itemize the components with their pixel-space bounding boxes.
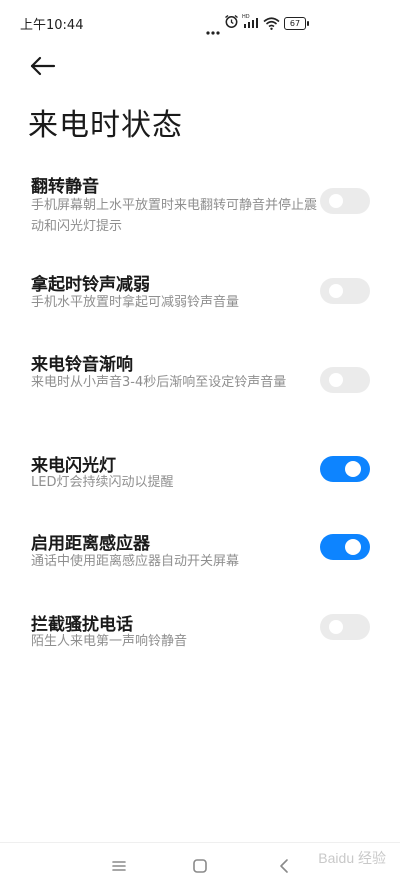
toggle-knob [329, 373, 343, 387]
status-bar: 上午10:44 HD 67 [0, 0, 400, 44]
battery-icon: 67 [284, 17, 306, 30]
setting-description: 陌生人来电第一声响铃静音 [31, 634, 188, 649]
back-icon [273, 859, 295, 881]
toggle-flash-alert[interactable] [320, 456, 370, 482]
toggle-knob [345, 461, 361, 477]
battery-level: 67 [289, 19, 301, 28]
toggle-pickup-quiet[interactable] [320, 278, 370, 304]
svg-text:HD: HD [242, 14, 250, 20]
setting-row-pickup-quiet[interactable]: 拿起时铃声减弱 手机水平放置时拿起可减弱铃声音量 [0, 266, 400, 324]
setting-row-flash-alert[interactable]: 来电闪光灯 LED灯会持续闪动以提醒 [0, 447, 400, 505]
back-button[interactable] [28, 52, 60, 80]
battery-tip [307, 21, 309, 26]
hd-signal-icon: HD [242, 13, 260, 33]
menu-icon [108, 861, 130, 881]
setting-row-proximity-sensor[interactable]: 启用距离感应器 通话中使用距离感应器自动开关屏幕 [0, 525, 400, 583]
toggle-ring-crescendo[interactable] [320, 367, 370, 393]
setting-row-ring-crescendo[interactable]: 来电铃音渐响 来电时从小声音3-4秒后渐响至设定铃声音量 [0, 346, 400, 424]
watermark: Baidu 经验 [318, 850, 386, 866]
setting-row-block-spam[interactable]: 拦截骚扰电话 陌生人来电第一声响铃静音 [0, 606, 400, 664]
toggle-flip-mute[interactable] [320, 188, 370, 214]
setting-description: 来电时从小声音3-4秒后渐响至设定铃声音量 [31, 375, 287, 390]
setting-title: 翻转静音 [31, 177, 99, 197]
nav-back-button[interactable] [273, 855, 295, 877]
setting-row-flip-mute[interactable]: 翻转静音 手机屏幕朝上水平放置时来电翻转可静音并停止震动和闪光灯提示 [0, 166, 400, 244]
wifi-icon [263, 15, 280, 34]
page-title: 来电时状态 [28, 108, 183, 143]
alarm-icon [224, 14, 239, 33]
setting-description: 通话中使用距离感应器自动开关屏幕 [31, 554, 240, 569]
toggle-knob [329, 620, 343, 634]
toggle-proximity-sensor[interactable] [320, 534, 370, 560]
more-dots-icon [206, 20, 220, 39]
setting-description: 手机屏幕朝上水平放置时来电翻转可静音并停止震动和闪光灯提示 [31, 198, 318, 234]
toggle-knob [329, 284, 343, 298]
toggle-block-spam[interactable] [320, 614, 370, 640]
setting-description: 手机水平放置时拿起可减弱铃声音量 [31, 295, 240, 310]
toggle-knob [329, 194, 343, 208]
nav-menu-button[interactable] [108, 855, 130, 877]
setting-description: LED灯会持续闪动以提醒 [31, 475, 174, 490]
status-time: 上午10:44 [20, 18, 84, 33]
nav-home-button[interactable] [189, 855, 211, 877]
home-icon [189, 859, 211, 881]
back-arrow-icon [28, 56, 60, 84]
toggle-knob [345, 539, 361, 555]
